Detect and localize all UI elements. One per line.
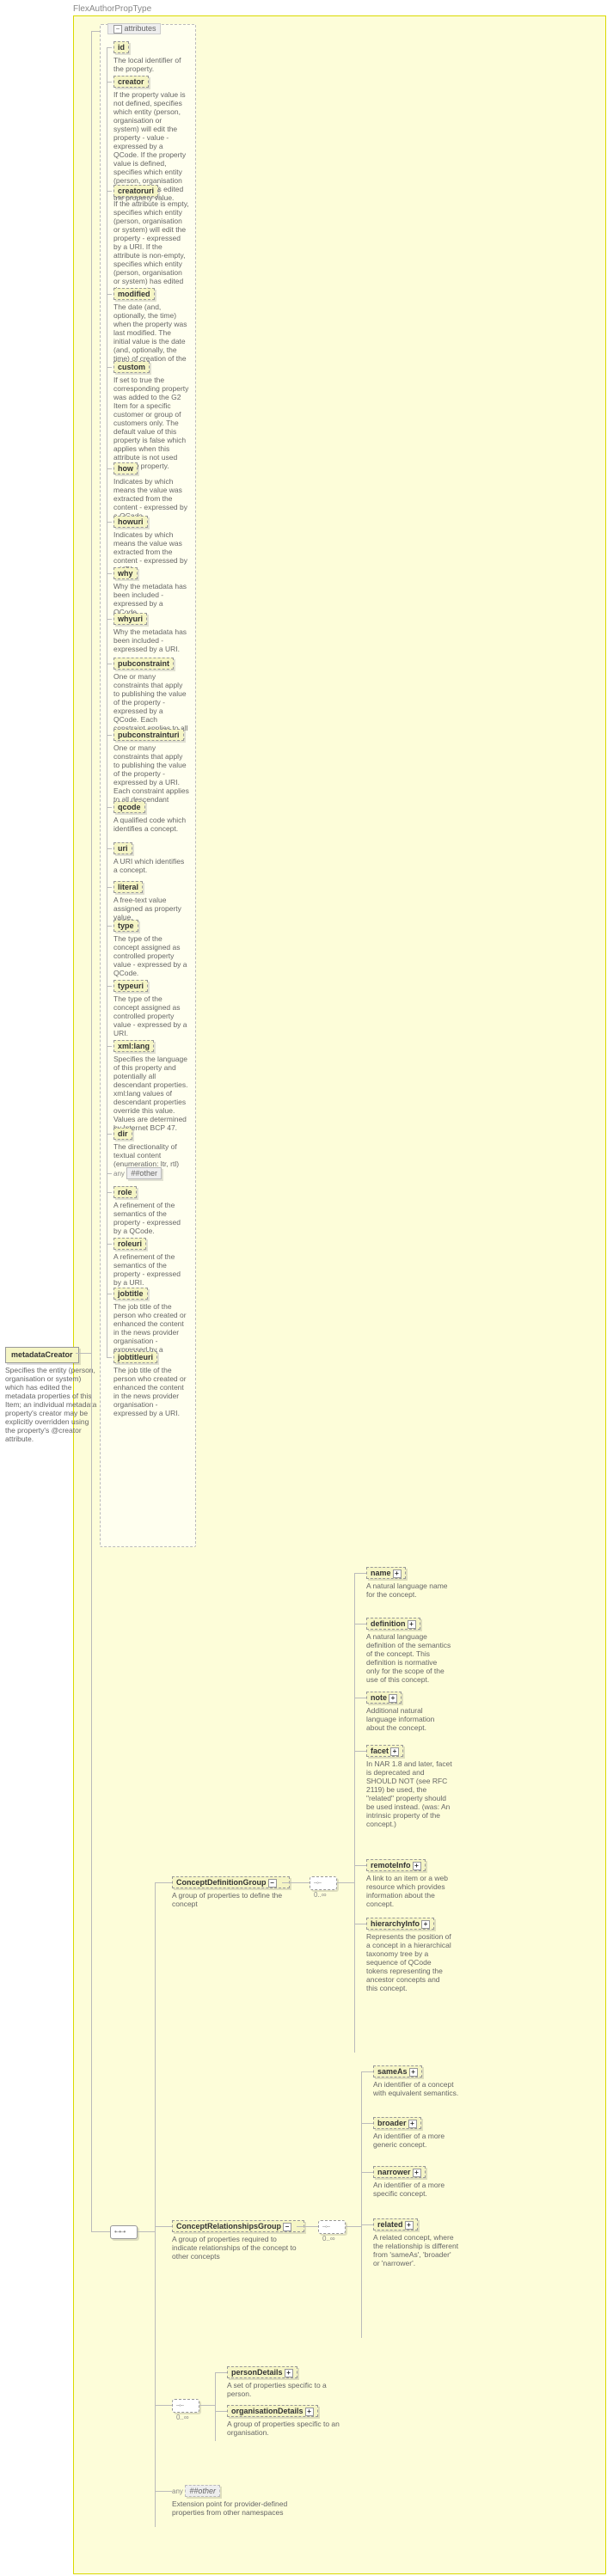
- root-desc: Specifies the entity (person, organisati…: [5, 1366, 100, 1443]
- expand-icon[interactable]: +: [285, 2369, 293, 2377]
- attr-roleuri: roleuriA refinement of the semantics of …: [113, 1238, 191, 1287]
- choice-compositor[interactable]: ⎯◦⎯: [318, 2220, 346, 2234]
- collapse-icon[interactable]: −: [113, 25, 122, 34]
- elem-sameas: sameAs+An identifier of a concept with e…: [373, 2065, 485, 2097]
- expand-icon[interactable]: +: [389, 1694, 397, 1703]
- expand-icon[interactable]: +: [408, 2120, 417, 2128]
- expand-icon[interactable]: +: [413, 2169, 421, 2177]
- expand-icon[interactable]: +: [409, 2068, 418, 2077]
- elem-broader: broader+An identifier of a more generic …: [373, 2117, 485, 2149]
- choice-compositor[interactable]: ⎯◦⎯: [172, 2399, 199, 2413]
- attr-whyuri: whyuriWhy the metadata has been included…: [113, 613, 191, 653]
- collapse-icon[interactable]: −: [268, 1879, 277, 1888]
- attributes-header: − attributes: [107, 23, 161, 34]
- attr-howuri: howuriIndicates by which means the value…: [113, 516, 191, 573]
- root-label: metadataCreator: [5, 1347, 79, 1363]
- attr-literal: literalA free-text value assigned as pro…: [113, 881, 191, 921]
- attr-any-other: any ##other: [113, 1167, 191, 1179]
- attr-pubconstrainturi: pubconstrainturiOne or many constraints …: [113, 729, 191, 812]
- elem-hierarchyinfo: hierarchyInfo+Represents the position of…: [366, 1918, 478, 1992]
- expand-icon[interactable]: +: [408, 1620, 416, 1629]
- expand-icon[interactable]: +: [421, 1920, 430, 1929]
- expand-icon[interactable]: +: [393, 1569, 402, 1578]
- attributes-label: attributes: [125, 24, 156, 33]
- elem-facet: facet+In NAR 1.8 and later, facet is dep…: [366, 1745, 478, 1828]
- attr-how: howIndicates by which means the value wa…: [113, 462, 191, 520]
- elem-narrower: narrower+An identifier of a more specifi…: [373, 2166, 485, 2198]
- collapse-icon[interactable]: −: [283, 2223, 291, 2231]
- expand-icon[interactable]: +: [305, 2408, 314, 2416]
- choice-compositor[interactable]: ⎯◦⎯: [310, 1876, 337, 1890]
- elem-remoteinfo: remoteInfo+A link to an item or a web re…: [366, 1859, 478, 1908]
- attr-modified: modifiedThe date (and, optionally, the t…: [113, 288, 191, 371]
- attr-why: whyWhy the metadata has been included - …: [113, 567, 191, 616]
- attr-qcode: qcodeA qualified code which identifies a…: [113, 801, 191, 833]
- group-concept-definition: ConceptDefinitionGroup− A group of prope…: [172, 1876, 310, 1908]
- attr-creatoruri: creatoruriIf the attribute is empty, spe…: [113, 185, 191, 294]
- attr-role: roleA refinement of the semantics of the…: [113, 1186, 191, 1235]
- elem-related: related+A related concept, where the rel…: [373, 2218, 485, 2267]
- expand-icon[interactable]: +: [413, 1862, 421, 1870]
- elem-note: note+Additional natural language informa…: [366, 1692, 478, 1732]
- diagram-title: FlexAuthorPropType: [73, 4, 151, 14]
- elem-definition: definition+A natural language definition…: [366, 1618, 478, 1684]
- attr-id: idThe local identifier of the property.: [113, 41, 191, 73]
- diagram-canvas: FlexAuthorPropType metadataCreator Speci…: [0, 0, 607, 2576]
- attr-custom: customIf set to true the corresponding p…: [113, 361, 191, 470]
- elem-organisationdetails: organisationDetails+A group of propertie…: [227, 2405, 399, 2437]
- expand-icon[interactable]: +: [390, 1747, 399, 1756]
- expand-icon[interactable]: +: [405, 2221, 414, 2230]
- attr-dir: dirThe directionality of textual content…: [113, 1128, 191, 1168]
- attr-uri: uriA URI which identifies a concept.: [113, 842, 191, 874]
- sequence-compositor[interactable]: •–•–•: [110, 2225, 138, 2239]
- elem-name: name+A natural language name for the con…: [366, 1567, 478, 1599]
- attr-creator: creatorIf the property value is not defi…: [113, 76, 191, 202]
- attr-xmllang: xml:langSpecifies the language of this p…: [113, 1040, 191, 1132]
- root-element: metadataCreator Specifies the entity (pe…: [5, 1347, 101, 1443]
- elem-persondetails: personDetails+A set of properties specif…: [227, 2366, 382, 2398]
- any-extension: any ##other Extension point for provider…: [172, 2485, 310, 2517]
- attr-typeuri: typeuriThe type of the concept assigned …: [113, 980, 191, 1037]
- attr-jobtitleuri: jobtitleuriThe job title of the person w…: [113, 1351, 191, 1417]
- attr-type: typeThe type of the concept assigned as …: [113, 920, 191, 977]
